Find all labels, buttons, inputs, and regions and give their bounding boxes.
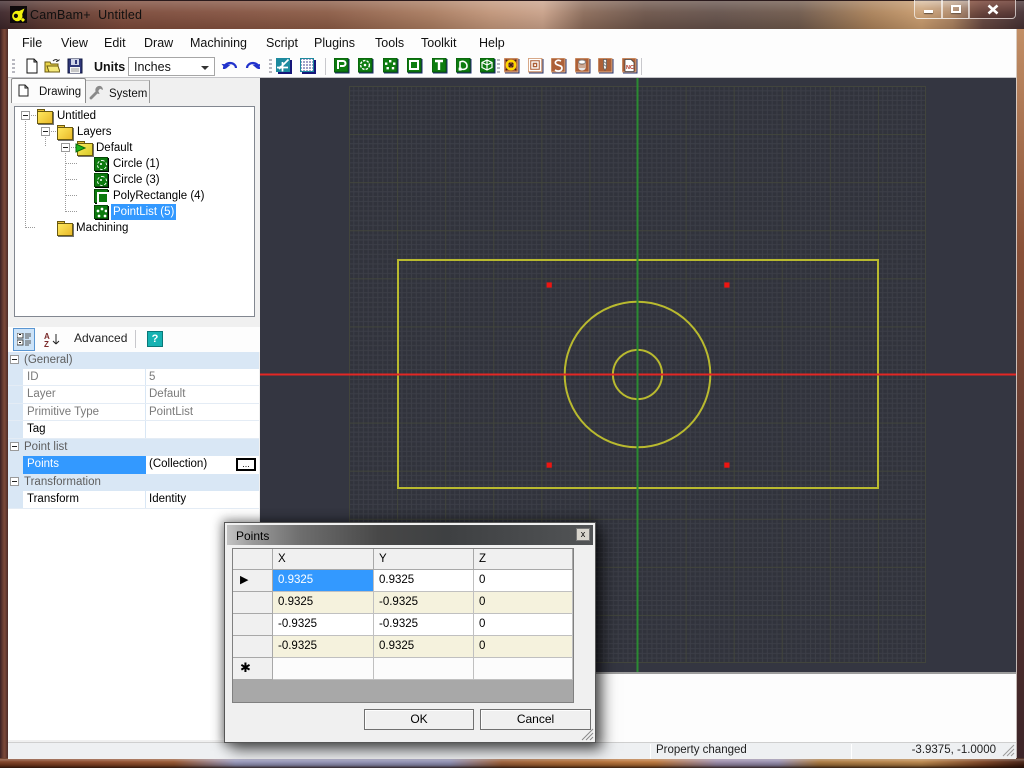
svg-text:NC: NC xyxy=(626,65,634,71)
svg-text:Z: Z xyxy=(44,340,49,347)
